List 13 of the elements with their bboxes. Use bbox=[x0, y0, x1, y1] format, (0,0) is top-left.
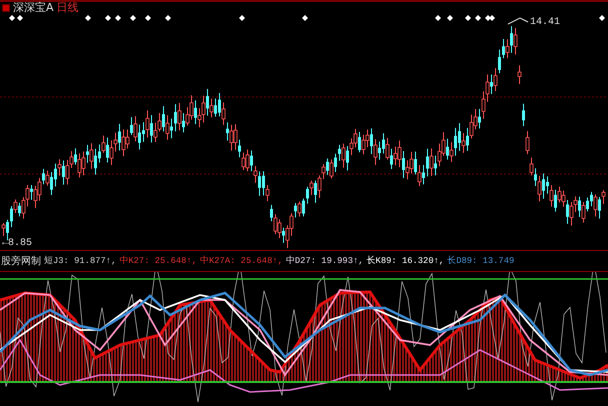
indicator-reading: 短J3: 91.877↑, bbox=[44, 255, 116, 267]
indicator-reading: 中K27: 25.648↑, bbox=[119, 255, 197, 267]
indicator-reading: 长D89: 13.749 bbox=[447, 255, 514, 267]
indicator-name: 股旁网制 bbox=[1, 254, 41, 268]
window-icon bbox=[2, 4, 10, 12]
leader-line bbox=[508, 17, 528, 24]
indicator-reading: 中D27: 19.993↑, bbox=[286, 255, 364, 267]
indicator-reading: 中K27A: 25.648↑, bbox=[200, 255, 283, 267]
low-price-label: ←8.85 bbox=[2, 238, 32, 249]
chart-period: 日线 bbox=[56, 2, 79, 14]
high-price-label: 14.41 bbox=[530, 17, 560, 28]
stock-name: 深深宝A bbox=[13, 2, 54, 14]
indicator-reading: 长K89: 16.320↑, bbox=[366, 255, 444, 267]
